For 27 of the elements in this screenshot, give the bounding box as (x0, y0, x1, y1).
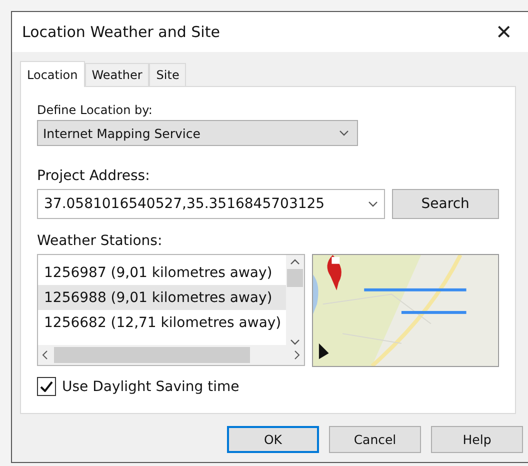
field-label: Define Location by: (37, 103, 154, 117)
list-item[interactable]: 1256987 (9,01 kilometres away) (38, 260, 286, 285)
scroll-right-icon (294, 350, 300, 360)
tab[interactable]: Location (20, 61, 85, 87)
scrollbar-thumb[interactable] (54, 347, 250, 363)
search-button[interactable]: Search (392, 189, 499, 219)
dialog-button[interactable]: Cancel (329, 426, 421, 453)
field-label: Weather Stations: (37, 233, 164, 249)
address-combobox[interactable]: 37.0581016540527,35.3516845703125 (37, 189, 385, 219)
close-button[interactable]: ✕ (489, 17, 519, 47)
chevron-down-icon (368, 201, 378, 207)
scroll-up-icon (290, 259, 300, 265)
list-item[interactable]: 1256682 (12,71 kilometres away) (38, 310, 286, 335)
scrollbar-thumb[interactable] (287, 269, 304, 287)
scroll-down-icon (290, 339, 300, 345)
list-item[interactable]: 1256988 (9,01 kilometres away) (38, 285, 286, 310)
scroll-left-icon (42, 350, 48, 360)
tab[interactable]: Weather (84, 63, 150, 86)
checkbox-label: Use Daylight Saving time (62, 378, 240, 394)
chevron-down-icon (339, 130, 349, 136)
dialog-button[interactable]: Help (431, 426, 523, 453)
window-title: Location Weather and Site (22, 23, 220, 41)
location-dropdown[interactable]: Internet Mapping Service (37, 120, 358, 146)
tab[interactable]: Site (149, 63, 186, 86)
checkbox[interactable] (37, 377, 56, 396)
field-label: Project Address: (37, 168, 151, 184)
dialog-button[interactable]: OK (227, 426, 319, 453)
